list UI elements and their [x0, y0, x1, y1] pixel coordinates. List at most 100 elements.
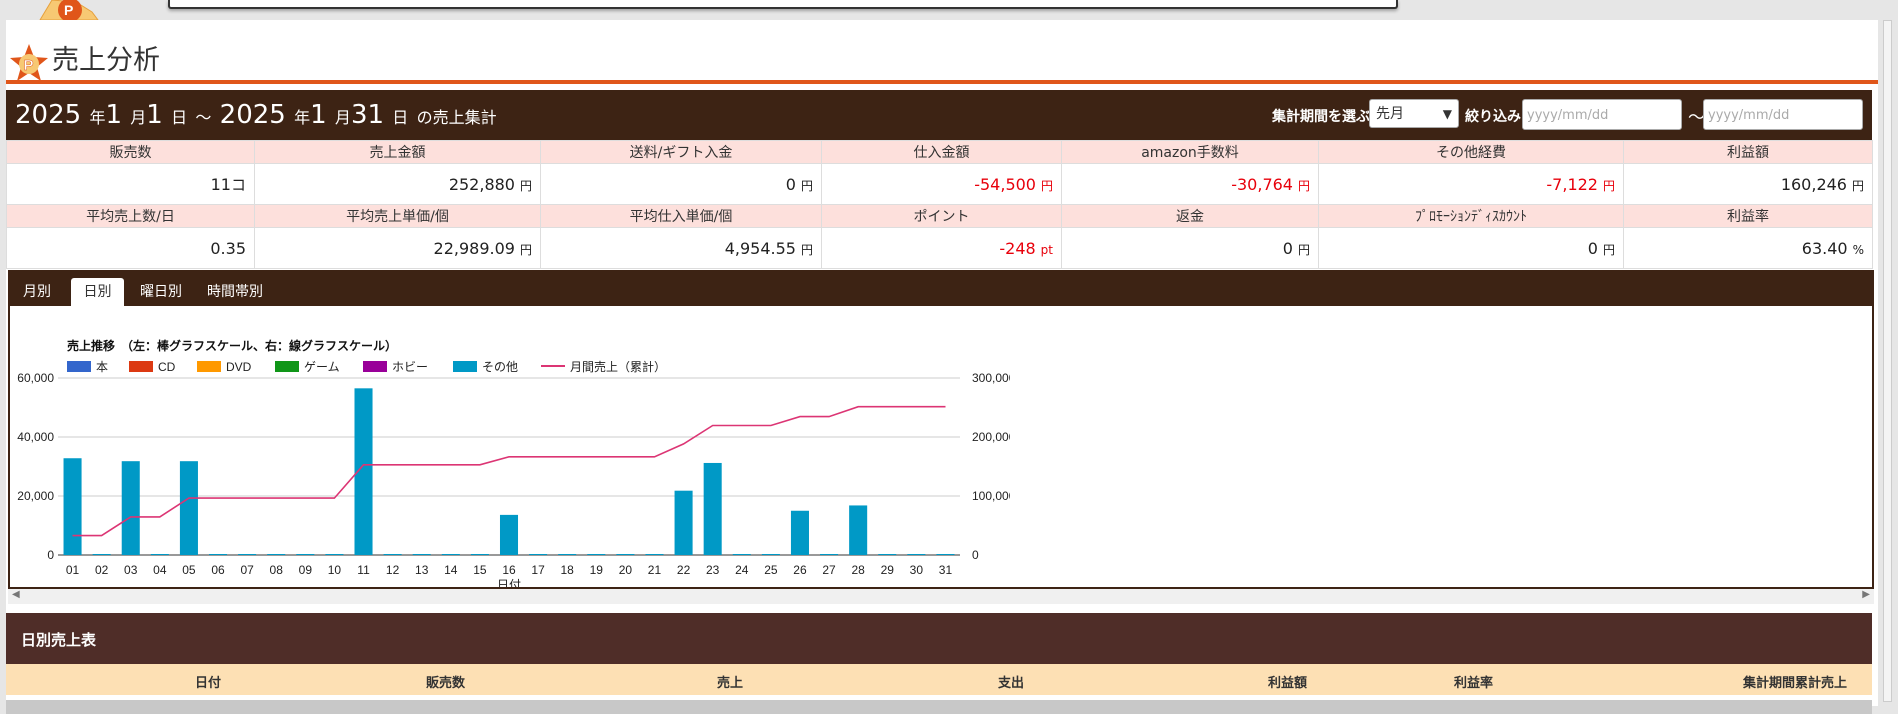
column-header-sales[interactable]: 売上 — [717, 672, 743, 691]
chart-tab-bar: 月別 日別 曜日別 時間帯別 — [8, 270, 1874, 306]
stat-number: 22,989.09 — [433, 238, 515, 258]
bar-13 — [412, 554, 431, 555]
stat-number: -30,764 — [1231, 174, 1293, 194]
x-tick-label: 24 — [735, 563, 749, 577]
x-tick-label: 04 — [153, 563, 167, 577]
end-year: 2025 — [219, 100, 286, 130]
x-tick-label: 01 — [66, 563, 80, 577]
year-unit: 年 — [294, 108, 311, 127]
stat-header: 平均仕入単価/個 — [540, 204, 822, 228]
stats-header-row-1: 販売数 売上金額 送料/ギフト入金 仕入金額 amazon手数料 その他経費 利… — [6, 140, 1873, 164]
bar-07 — [238, 554, 257, 555]
day-unit: 日 — [171, 108, 188, 127]
stat-number: 160,246 — [1780, 174, 1847, 194]
date-range-text: 2025 年1 月1 日 ～ 2025 年1 月31 日 の売上集計 — [15, 100, 497, 130]
x-tick-label: 12 — [386, 563, 400, 577]
y-left-tick-label: 20,000 — [17, 489, 54, 503]
scroll-left-icon[interactable]: ◀ — [12, 589, 20, 600]
filter-end-date-input[interactable]: yyyy/mm/dd — [1703, 99, 1863, 130]
stat-header: 利益額 — [1623, 140, 1873, 164]
filter-start-date-input[interactable]: yyyy/mm/dd — [1522, 99, 1682, 130]
tab-hourly[interactable]: 時間帯別 — [202, 278, 268, 306]
x-tick-label: 31 — [939, 563, 953, 577]
stat-value-purchase: -54,500 円 — [821, 163, 1062, 205]
tab-monthly[interactable]: 月別 — [18, 278, 56, 306]
stat-unit: 円 — [800, 242, 813, 257]
page-horizontal-scrollbar[interactable] — [6, 700, 1872, 714]
x-tick-label: 10 — [328, 563, 342, 577]
bar-06 — [209, 554, 228, 555]
bar-02 — [92, 554, 111, 555]
legend-swatch — [129, 361, 153, 372]
bar-04 — [150, 554, 169, 555]
bar-30 — [907, 554, 926, 555]
x-tick-label: 14 — [444, 563, 458, 577]
range-suffix: の売上集計 — [416, 108, 497, 127]
daily-table-title: 日別売上表 — [21, 631, 97, 649]
bar-26 — [790, 510, 809, 555]
stat-header: 送料/ギフト入金 — [540, 140, 822, 164]
x-tick-label: 06 — [211, 563, 225, 577]
stat-header: その他経費 — [1318, 140, 1624, 164]
column-header-count[interactable]: 販売数 — [426, 672, 465, 691]
scrollbar-thumb[interactable] — [1883, 20, 1892, 702]
stat-unit: 円 — [519, 178, 532, 193]
stat-number: -54,500 — [974, 174, 1036, 194]
stat-value-avg-purchase: 4,954.55 円 — [540, 227, 822, 269]
x-tick-label: 23 — [706, 563, 720, 577]
stat-unit: 円 — [1297, 178, 1310, 193]
stat-header: 販売数 — [6, 140, 255, 164]
period-label: 集計期間を選ぶ — [1272, 109, 1370, 125]
year-unit: 年 — [89, 108, 106, 127]
bar-19 — [587, 554, 606, 555]
bar-01 — [63, 458, 82, 555]
bar-08 — [267, 554, 286, 555]
column-header-profit[interactable]: 利益額 — [1268, 672, 1307, 691]
stat-number: -248 — [999, 238, 1036, 258]
stat-unit: 円 — [1602, 242, 1615, 257]
y-right-tick-label: 100,000 — [972, 489, 1010, 503]
stat-unit: コ — [230, 175, 246, 194]
range-separator: ～ — [195, 108, 212, 127]
column-header-date[interactable]: 日付 — [195, 672, 221, 691]
stat-number: 0 — [1282, 238, 1293, 258]
x-tick-label: 02 — [95, 563, 109, 577]
legend-label: その他 — [482, 360, 518, 374]
x-tick-label: 15 — [473, 563, 487, 577]
column-header-expense[interactable]: 支出 — [998, 672, 1024, 691]
bar-29 — [878, 554, 897, 555]
x-tick-label: 09 — [299, 563, 313, 577]
sales-analysis-panel: P 売上分析 2025 年1 月1 日 ～ 2025 年1 月31 日 の売上集… — [6, 20, 1878, 706]
bar-12 — [383, 554, 402, 555]
x-tick-label: 27 — [822, 563, 836, 577]
filter-label: 絞り込み — [1465, 109, 1521, 125]
column-header-profit-rate[interactable]: 利益率 — [1454, 672, 1493, 691]
chart-horizontal-scrollbar[interactable]: ◀ ▶ — [8, 589, 1874, 604]
stat-number: 0 — [1587, 238, 1598, 258]
stats-value-row-2: 0.35 22,989.09 円 4,954.55 円 -248 pt 0円 0円 6… — [6, 227, 1873, 269]
page-vertical-scrollbar[interactable] — [1882, 20, 1892, 714]
stat-unit: % — [1852, 242, 1864, 257]
logo-star-icon: P — [39, 0, 99, 20]
bar-20 — [616, 554, 635, 555]
day-unit: 日 — [392, 108, 409, 127]
legend-swatch — [275, 361, 299, 372]
stat-value-other-expense: -7,122 円 — [1318, 163, 1624, 205]
stats-value-row-1: 11コ 252,880 円 0円 -54,500 円 -30,764 円 -7,122… — [6, 163, 1873, 205]
svg-text:P: P — [24, 57, 34, 74]
scroll-right-icon[interactable]: ▶ — [1862, 589, 1870, 600]
stat-unit: 円 — [1851, 178, 1864, 193]
tab-weekday[interactable]: 曜日別 — [136, 278, 186, 306]
stat-value-sales-count: 11コ — [6, 163, 255, 205]
stat-number: 4,954.55 — [724, 238, 796, 258]
tab-daily[interactable]: 日別 — [71, 278, 124, 306]
x-tick-label: 16 — [502, 563, 516, 577]
x-tick-label: 17 — [531, 563, 545, 577]
top-search-box[interactable] — [168, 0, 1398, 9]
stat-unit: 円 — [1297, 242, 1310, 257]
bar-16 — [499, 514, 519, 555]
x-tick-label: 20 — [619, 563, 633, 577]
period-select[interactable]: 先月 ▼ — [1369, 99, 1459, 128]
stat-value-profit-rate: 63.40% — [1623, 227, 1873, 269]
column-header-cumulative[interactable]: 集計期間累計売上 — [1743, 672, 1847, 691]
